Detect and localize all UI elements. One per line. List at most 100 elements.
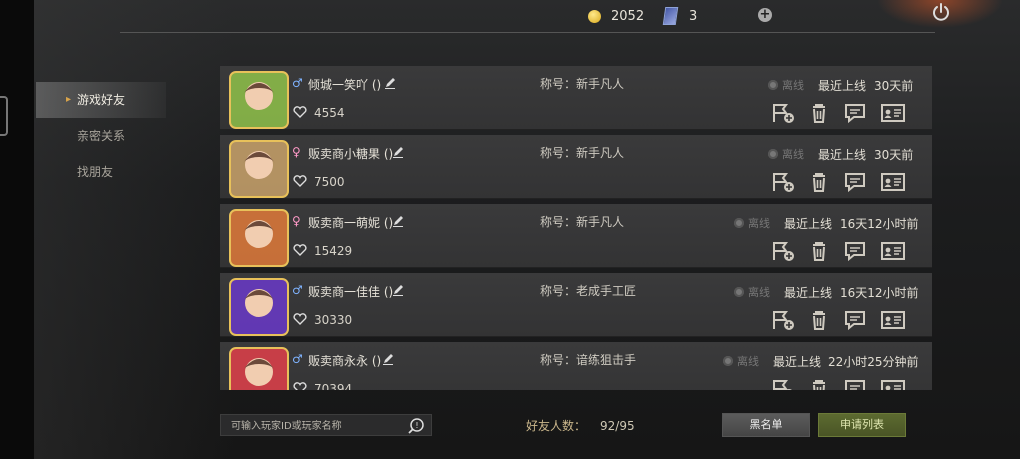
add-friend-flag-icon[interactable] — [770, 102, 796, 124]
search-box[interactable]: ! — [220, 414, 432, 436]
avatar[interactable] — [226, 346, 292, 390]
friend-name: 倾城一笑吖 () — [308, 78, 382, 92]
title-text: 称号：老成手工匠 — [540, 282, 636, 299]
title-text: 称号：新手凡人 — [540, 144, 624, 161]
last-online-label: 最近上线 — [784, 286, 833, 300]
edit-icon[interactable] — [384, 77, 396, 89]
heart-icon — [293, 175, 307, 187]
friend-list[interactable]: ♂ 倾城一笑吖 () 4554 称号：新手凡人 离线 最近上线 30天前 ♀ 贩卖商小糖果 ()… — [220, 66, 932, 390]
last-online-time: 30天前 — [874, 79, 914, 93]
delete-icon[interactable] — [806, 102, 832, 124]
heart-icon — [293, 244, 307, 256]
avatar[interactable] — [226, 208, 292, 268]
blacklist-button[interactable]: 黑名单 — [722, 413, 810, 437]
friend-name: 贩卖商小糖果 () — [308, 147, 394, 161]
status-text: 离线 — [782, 79, 804, 92]
chat-icon[interactable] — [842, 378, 868, 390]
title-label: 称号： — [540, 146, 577, 160]
card-icon — [662, 7, 679, 25]
profile-card-icon[interactable] — [880, 378, 906, 390]
last-online-time: 30天前 — [874, 148, 914, 162]
power-icon[interactable] — [931, 2, 951, 22]
edit-icon[interactable] — [392, 215, 404, 227]
friend-row[interactable]: ♂ 贩卖商一佳佳 () 30330 称号：老成手工匠 离线 最近上线 16天12小时前 — [220, 273, 932, 337]
friend-name: 贩卖商一佳佳 () — [308, 285, 394, 299]
last-online-label: 最近上线 — [784, 217, 833, 231]
status-text: 离线 — [748, 286, 770, 299]
gender-icon: ♀ — [292, 145, 301, 159]
title-value: 老成手工匠 — [576, 284, 637, 298]
gender-icon: ♂ — [292, 76, 303, 90]
gender-icon: ♂ — [292, 283, 303, 297]
chat-icon[interactable] — [842, 240, 868, 262]
delete-icon[interactable] — [806, 171, 832, 193]
delete-icon[interactable] — [806, 378, 832, 390]
add-currency-button[interactable]: + — [758, 8, 772, 22]
side-handle[interactable] — [0, 96, 8, 136]
add-friend-flag-icon[interactable] — [770, 378, 796, 390]
friend-count-value: 92/95 — [600, 419, 635, 433]
coin-counter: 2052 — [588, 6, 644, 26]
search-input[interactable] — [229, 417, 403, 435]
add-friend-flag-icon[interactable] — [770, 171, 796, 193]
add-friend-flag-icon[interactable] — [770, 309, 796, 331]
profile-card-icon[interactable] — [880, 171, 906, 193]
avatar[interactable] — [226, 139, 292, 199]
offline-indicator-icon — [734, 287, 744, 297]
last-online-time: 16天12小时前 — [840, 286, 919, 300]
likes-count: 15429 — [314, 244, 353, 258]
likes-count: 70394 — [314, 382, 353, 390]
edit-icon[interactable] — [382, 353, 394, 365]
offline-indicator-icon — [768, 149, 778, 159]
status-text: 离线 — [748, 217, 770, 230]
add-friend-flag-icon[interactable] — [770, 240, 796, 262]
last-online-label: 最近上线 — [818, 79, 867, 93]
offline-indicator-icon — [723, 356, 733, 366]
sidebar-item-game-friends[interactable]: 游戏好友 — [36, 82, 166, 118]
last-online-label: 最近上线 — [773, 355, 822, 369]
svg-text:!: ! — [415, 421, 418, 430]
delete-icon[interactable] — [806, 309, 832, 331]
chat-icon[interactable] — [842, 309, 868, 331]
chat-icon[interactable] — [842, 102, 868, 124]
friend-row[interactable]: ♂ 贩卖商永永 () 70394 称号：谙练狙击手 离线 最近上线 22小时25分钟前 — [220, 342, 932, 390]
last-online-label: 最近上线 — [818, 148, 867, 162]
title-value: 谙练狙击手 — [576, 353, 637, 367]
title-value: 新手凡人 — [576, 215, 625, 229]
friend-row[interactable]: ♂ 倾城一笑吖 () 4554 称号：新手凡人 离线 最近上线 30天前 — [220, 66, 932, 130]
header-divider — [120, 32, 935, 33]
title-value: 新手凡人 — [576, 77, 625, 91]
screen-edge — [0, 0, 34, 459]
search-icon[interactable]: ! — [407, 417, 425, 435]
delete-icon[interactable] — [806, 240, 832, 262]
likes-count: 7500 — [314, 175, 345, 189]
friend-row[interactable]: ♀ 贩卖商小糖果 () 7500 称号：新手凡人 离线 最近上线 30天前 — [220, 135, 932, 199]
apply-list-button[interactable]: 申请列表 — [818, 413, 906, 437]
sidebar-item-intimate[interactable]: 亲密关系 — [36, 118, 166, 154]
friend-name: 贩卖商一萌妮 () — [308, 216, 394, 230]
gold-coin-icon — [588, 9, 601, 23]
friend-row[interactable]: ♀ 贩卖商一萌妮 () 15429 称号：新手凡人 离线 最近上线 16天12小时前 — [220, 204, 932, 268]
title-text: 称号：新手凡人 — [540, 75, 624, 92]
friend-count-label: 好友人数： — [526, 419, 587, 433]
chat-icon[interactable] — [842, 171, 868, 193]
title-value: 新手凡人 — [576, 146, 625, 160]
avatar[interactable] — [226, 70, 292, 130]
sidebar: 游戏好友 亲密关系 找朋友 — [36, 82, 166, 190]
title-label: 称号： — [540, 284, 577, 298]
title-label: 称号： — [540, 353, 577, 367]
avatar[interactable] — [226, 277, 292, 337]
title-label: 称号： — [540, 77, 577, 91]
sidebar-item-label: 游戏好友 — [77, 93, 126, 107]
edit-icon[interactable] — [392, 284, 404, 296]
profile-card-icon[interactable] — [880, 240, 906, 262]
plus-circle-icon: + — [759, 7, 771, 22]
heart-icon — [293, 313, 307, 325]
profile-card-icon[interactable] — [880, 102, 906, 124]
sidebar-item-find-friends[interactable]: 找朋友 — [36, 154, 166, 190]
offline-indicator-icon — [768, 80, 778, 90]
likes-count: 4554 — [314, 106, 345, 120]
title-text: 称号：谙练狙击手 — [540, 351, 636, 368]
profile-card-icon[interactable] — [880, 309, 906, 331]
edit-icon[interactable] — [392, 146, 404, 158]
